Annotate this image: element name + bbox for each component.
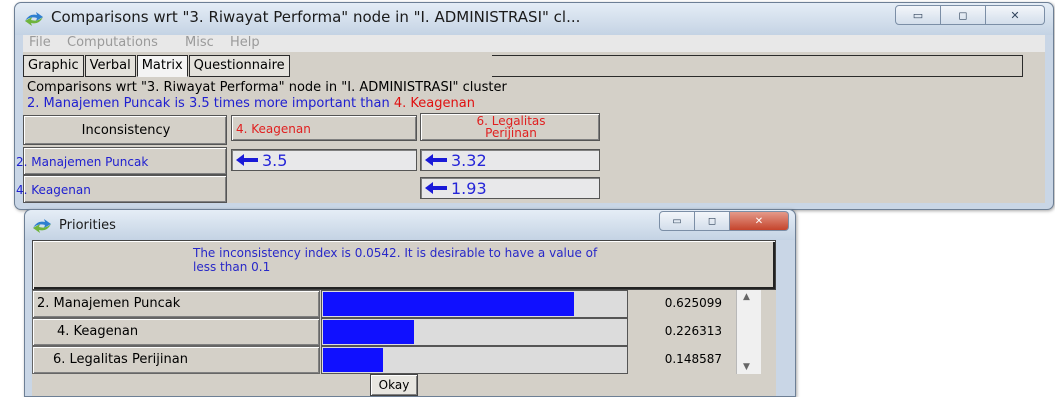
priority-row: 6. Legalitas Perijinan 0.148587 <box>32 346 776 374</box>
minimize-icon: ▭ <box>672 215 682 227</box>
okay-button[interactable]: Okay <box>370 374 418 396</box>
menu-file[interactable]: File <box>29 35 51 50</box>
matrix-cell-r1c1[interactable]: 3.5 <box>231 149 417 171</box>
left-arrow-icon <box>425 182 447 194</box>
inconsistency-label: Inconsistency <box>81 123 171 138</box>
matrix-value: 1.93 <box>451 178 487 198</box>
inconsistency-button[interactable]: Inconsistency <box>23 115 227 145</box>
scroll-down-icon[interactable]: ▼ <box>743 362 750 372</box>
priority-row: 4. Keagenan 0.226313 <box>32 318 776 346</box>
inconsistency-panel: The inconsistency index is 0.0542. It is… <box>32 240 776 290</box>
minimize-button[interactable]: ▭ <box>895 5 941 25</box>
priority-bar <box>323 320 414 344</box>
matrix-value: 3.32 <box>451 150 487 170</box>
window-title: Comparisons wrt "3. Riwayat Performa" no… <box>51 8 581 26</box>
comparison-titlebar[interactable]: Comparisons wrt "3. Riwayat Performa" no… <box>15 3 1053 35</box>
tab-verbal[interactable]: Verbal <box>84 55 136 77</box>
app-icon <box>25 12 43 26</box>
menu-computations[interactable]: Computations <box>67 35 158 50</box>
caption-buttons: ▭ ◻ ✕ <box>895 5 1045 25</box>
priority-row: 2. Manajemen Puncak 0.625099 <box>32 290 776 318</box>
priorities-window: Priorities ▭ ◻ ✕ The inconsistency index… <box>24 209 796 397</box>
priority-bar <box>323 348 383 372</box>
maximize-icon: ◻ <box>958 8 968 22</box>
statement-text: is 3.5 times more important than <box>170 96 394 111</box>
col-header-2[interactable]: 6. Legalitas Perijinan <box>420 113 600 141</box>
scroll-up-icon[interactable]: ▲ <box>743 292 750 302</box>
priority-label: 2. Manajemen Puncak <box>32 290 320 318</box>
col-header-2-label: 6. Legalitas Perijinan <box>476 114 546 140</box>
app-icon <box>33 219 51 233</box>
tab-matrix[interactable]: Matrix <box>136 55 188 77</box>
close-icon: ✕ <box>754 215 764 227</box>
priority-value: 0.148587 <box>664 352 722 366</box>
minimize-button[interactable]: ▭ <box>659 211 695 231</box>
tab-strip-filler <box>492 55 1023 77</box>
menu-help[interactable]: Help <box>230 35 260 50</box>
priority-value: 0.625099 <box>664 296 722 310</box>
maximize-icon: ◻ <box>707 215 717 227</box>
col-header-1-label: 4. Keagenan <box>236 122 311 136</box>
comparison-window: Comparisons wrt "3. Riwayat Performa" no… <box>14 2 1054 210</box>
close-button[interactable]: ✕ <box>730 211 789 231</box>
priority-bar <box>323 292 574 316</box>
row-header-1[interactable]: 2. Manajemen Puncak <box>16 147 227 175</box>
minimize-icon: ▭ <box>912 8 924 22</box>
row-header-1-label: 2. Manajemen Puncak <box>16 155 149 169</box>
priorities-client: The inconsistency index is 0.0542. It is… <box>32 240 776 396</box>
priority-label: 6. Legalitas Perijinan <box>32 346 320 374</box>
row-header-2-label: 4. Keagenan <box>16 183 91 197</box>
maximize-button[interactable]: ◻ <box>695 211 730 231</box>
matrix-cell-r1c2[interactable]: 3.32 <box>420 149 600 171</box>
close-button[interactable]: ✕ <box>986 5 1045 25</box>
caption-buttons: ▭ ◻ ✕ <box>659 211 789 231</box>
inconsistency-message: The inconsistency index is 0.0542. It is… <box>193 246 598 274</box>
col-header-1[interactable]: 4. Keagenan <box>231 115 417 141</box>
tab-strip: Graphic Verbal Matrix Questionnaire <box>23 55 291 77</box>
comparison-statement: 2. Manajemen Puncak is 3.5 times more im… <box>27 96 475 112</box>
priorities-titlebar[interactable]: Priorities ▭ ◻ ✕ <box>25 210 795 240</box>
row-header-2[interactable]: 4. Keagenan <box>16 175 227 203</box>
matrix-cell-r2c2[interactable]: 1.93 <box>420 177 600 199</box>
statement-node-b: 4. Keagenan <box>393 96 475 111</box>
comparison-client: File Computations Misc Help Graphic Verb… <box>16 35 1045 203</box>
priorities-scrollbar[interactable]: ▲ ▼ <box>736 290 761 374</box>
statement-node-a: 2. Manajemen Puncak <box>27 96 171 111</box>
tab-graphic[interactable]: Graphic <box>23 55 84 77</box>
priority-bar-track <box>321 318 628 346</box>
menu-misc[interactable]: Misc <box>185 35 214 50</box>
maximize-button[interactable]: ◻ <box>941 5 986 25</box>
matrix-value: 3.5 <box>262 150 288 170</box>
close-icon: ✕ <box>1010 8 1020 22</box>
priorities-title: Priorities <box>59 218 116 233</box>
left-arrow-icon <box>425 154 447 166</box>
priority-bar-track <box>321 290 628 318</box>
priority-value: 0.226313 <box>664 324 722 338</box>
tab-questionnaire[interactable]: Questionnaire <box>188 55 290 77</box>
priority-label: 4. Keagenan <box>32 318 320 346</box>
left-arrow-icon <box>236 154 258 166</box>
comparison-description: Comparisons wrt "3. Riwayat Performa" no… <box>27 80 507 95</box>
priority-bar-track <box>321 346 628 374</box>
menubar: File Computations Misc Help <box>23 35 1045 52</box>
